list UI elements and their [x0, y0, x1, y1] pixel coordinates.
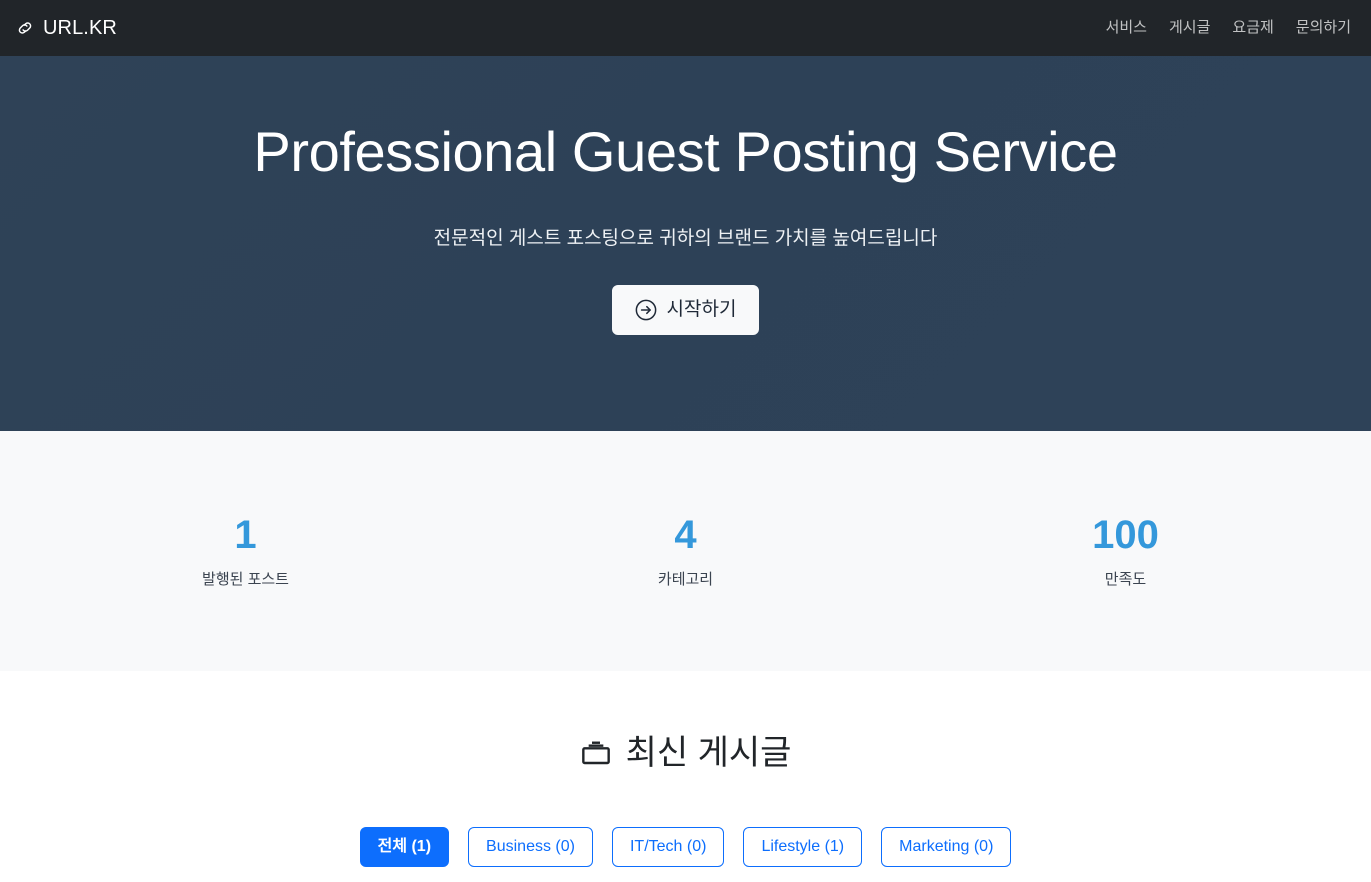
nav-links: 서비스 게시글 요금제 문의하기 [1106, 19, 1351, 37]
nav-link-contact[interactable]: 문의하기 [1296, 19, 1351, 36]
nav-link-posts[interactable]: 게시글 [1169, 19, 1210, 36]
get-started-label: 시작하기 [666, 299, 737, 321]
nav-item-contact: 문의하기 [1296, 19, 1351, 37]
link-icon [16, 19, 34, 37]
stat-categories: 4 카테고리 [466, 513, 906, 589]
latest-posts-heading-label: 최신 게시글 [625, 734, 792, 772]
stat-value: 4 [674, 513, 697, 557]
latest-posts-section: 최신 게시글 전체 (1) Business (0) IT/Tech (0) L… [0, 671, 1371, 868]
filter-button-marketing[interactable]: Marketing (0) [881, 827, 1012, 868]
stat-value: 100 [1092, 513, 1159, 557]
category-filters: 전체 (1) Business (0) IT/Tech (0) Lifestyl… [0, 827, 1371, 868]
stats-row: 1 발행된 포스트 4 카테고리 100 만족도 [26, 513, 1346, 589]
stat-published-posts: 1 발행된 포스트 [26, 513, 466, 589]
hero-subtitle: 전문적인 게스트 포스팅으로 귀하의 브랜드 가치를 높여드립니다 [433, 228, 938, 250]
nav-link-pricing[interactable]: 요금제 [1232, 19, 1273, 36]
stat-label: 발행된 포스트 [202, 571, 289, 588]
hero-section: Professional Guest Posting Service 전문적인 … [0, 56, 1371, 431]
stat-label: 카테고리 [657, 571, 714, 588]
arrow-right-circle-icon [635, 299, 657, 321]
get-started-button[interactable]: 시작하기 [611, 284, 760, 335]
nav-link-services[interactable]: 서비스 [1106, 19, 1147, 36]
stat-label: 만족도 [1104, 571, 1147, 588]
brand-label: URL.KR [43, 17, 117, 39]
filter-button-business[interactable]: Business (0) [468, 827, 593, 868]
stat-satisfaction: 100 만족도 [906, 513, 1346, 589]
hero-title: Professional Guest Posting Service [253, 120, 1118, 183]
top-navbar: URL.KR 서비스 게시글 요금제 문의하기 [0, 0, 1371, 56]
nav-item-pricing: 요금제 [1232, 19, 1273, 37]
filter-button-all[interactable]: 전체 (1) [359, 827, 450, 868]
nav-item-services: 서비스 [1106, 19, 1147, 37]
stat-value: 1 [234, 513, 257, 557]
latest-posts-heading: 최신 게시글 [580, 733, 792, 774]
briefcase-icon [580, 737, 612, 769]
brand-logo[interactable]: URL.KR [16, 18, 117, 38]
nav-item-posts: 게시글 [1169, 19, 1210, 37]
filter-button-lifestyle[interactable]: Lifestyle (1) [743, 827, 863, 868]
stats-section: 1 발행된 포스트 4 카테고리 100 만족도 [0, 431, 1371, 671]
filter-button-it-tech[interactable]: IT/Tech (0) [611, 827, 725, 868]
